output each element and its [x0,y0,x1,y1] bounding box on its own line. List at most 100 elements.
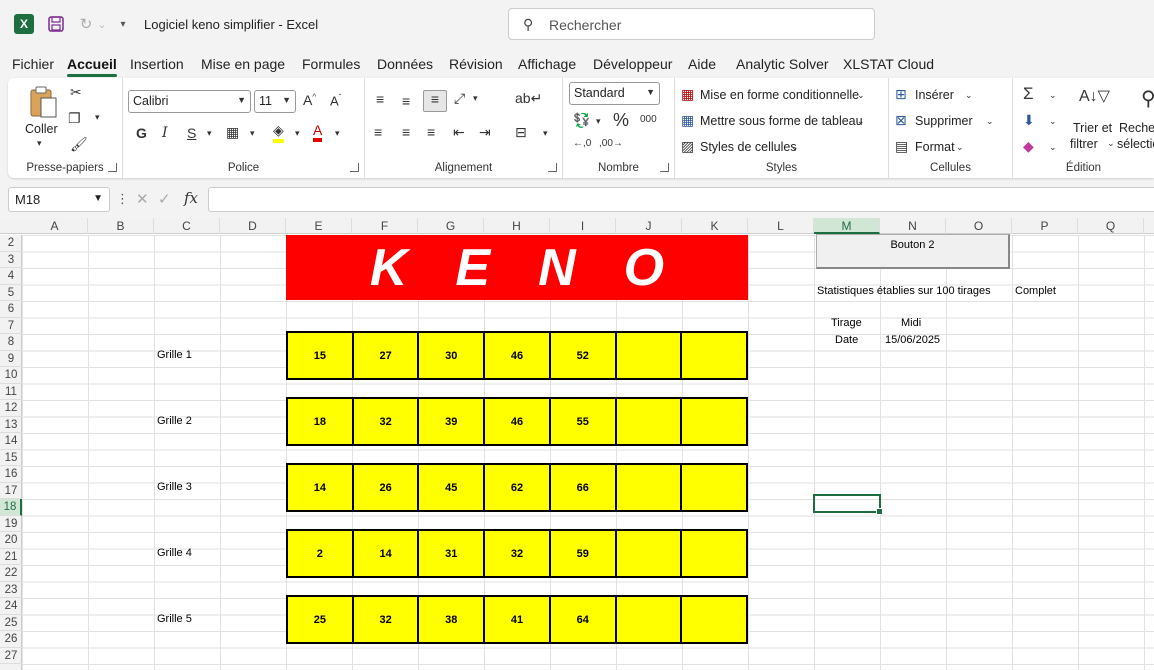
column-header[interactable]: D [220,218,286,234]
cancel-icon[interactable]: ✕ [136,190,149,208]
row-header[interactable]: 23 [0,582,22,598]
tab-aide[interactable]: Aide [688,56,716,72]
increase-font-icon[interactable]: A^ [303,92,316,108]
row-header[interactable]: 17 [0,483,22,499]
column-header[interactable]: A [22,218,88,234]
grille-number-cell[interactable]: 31 [419,531,486,576]
delete-cells-icon[interactable]: ⊠ [895,112,907,129]
column-header[interactable]: L [748,218,814,234]
chevron-down-icon[interactable]: ⌄ [1107,138,1115,149]
grille-number-cell[interactable]: 52 [551,333,617,378]
chevron-down-icon[interactable]: ⌄ [791,142,799,153]
dialog-launcher-icon[interactable] [108,163,117,172]
tab-analytic-solver[interactable]: Analytic Solver [736,56,829,72]
row-header[interactable]: 5 [0,285,22,301]
selected-cell-m18[interactable] [813,494,883,515]
align-middle-icon[interactable]: ≡ [402,93,410,109]
grille-number-cell[interactable]: 38 [419,597,486,642]
tab-insertion[interactable]: Insertion [130,56,184,72]
grille-number-cell[interactable] [617,531,683,576]
merge-center-icon[interactable]: ⊟ [515,124,527,141]
row-header[interactable]: 25 [0,615,22,631]
grille-number-cell[interactable]: 64 [551,597,617,642]
grille-number-cell[interactable]: 41 [485,597,551,642]
grille-number-cell[interactable]: 2 [288,531,354,576]
chevron-down-icon[interactable]: ⌄ [986,116,994,127]
merge-dropdown-icon[interactable]: ▾ [543,128,548,139]
font-size-select[interactable]: 11 ▼ [254,90,296,113]
orientation-icon[interactable]: ⤢ [454,90,465,107]
column-header[interactable]: I [550,218,616,234]
column-header[interactable]: Q [1078,218,1144,234]
row-header[interactable]: 22 [0,565,22,582]
paste-dropdown-icon[interactable]: ▾ [37,138,42,149]
tab-developpeur[interactable]: Développeur [593,56,672,72]
row-header[interactable]: 10 [0,367,22,384]
grille-number-cell[interactable]: 25 [288,597,354,642]
row-header[interactable]: 21 [0,549,22,565]
find-select-icon[interactable]: ⚲ [1141,86,1154,111]
tab-xlstat-cloud[interactable]: XLSTAT Cloud [843,56,934,72]
column-header[interactable]: N [880,218,946,234]
grille-number-cell[interactable]: 32 [485,531,551,576]
chevron-down-icon[interactable]: ⌄ [857,90,865,101]
conditional-formatting-button[interactable]: Mise en forme conditionnelle [700,88,859,102]
customize-toolbar-icon[interactable]: ▾ [116,14,130,34]
sort-filter-icon[interactable]: A↓▽ [1079,86,1110,106]
grille-number-cell[interactable] [682,333,746,378]
decrease-decimal-icon[interactable]: ,00→ [599,138,623,149]
cell-styles-button[interactable]: Styles de cellules [700,140,797,154]
grille-number-cell[interactable]: 46 [485,399,551,444]
row-header[interactable]: 4 [0,268,22,285]
row-header[interactable]: 2 [0,235,22,252]
grille-number-cell[interactable]: 46 [485,333,551,378]
chevron-down-icon[interactable]: ⌄ [965,90,973,101]
column-header[interactable]: C [154,218,220,234]
grille-number-cell[interactable]: 55 [551,399,617,444]
row-header[interactable]: 14 [0,433,22,450]
find-select-button[interactable]: Recher [1119,121,1154,135]
paste-button[interactable]: Coller [25,122,58,136]
find-select-button-line2[interactable]: sélectio [1117,137,1154,151]
column-header[interactable]: O [946,218,1012,234]
check-icon[interactable]: ✓ [158,190,171,208]
tab-fichier[interactable]: Fichier [12,56,54,72]
autosum-dropdown-icon[interactable]: ⌄ [1049,90,1057,101]
row-header[interactable]: 19 [0,516,22,532]
grille-number-cell[interactable]: 27 [354,333,420,378]
underline-dropdown-icon[interactable]: ▾ [207,128,212,139]
column-header[interactable]: G [418,218,484,234]
fill-dropdown-icon[interactable]: ⌄ [1049,116,1057,127]
grille-number-cell[interactable]: 30 [419,333,486,378]
bold-button[interactable]: G [136,125,147,141]
grille-number-cell[interactable] [617,399,683,444]
conditional-formatting-icon[interactable]: ▦ [681,86,694,103]
tab-accueil[interactable]: Accueil [67,56,117,77]
align-center-icon[interactable]: ≡ [402,124,410,140]
decrease-indent-icon[interactable]: ⇤ [453,124,465,141]
grille-number-cell[interactable]: 18 [288,399,354,444]
grille-number-cell[interactable]: 32 [354,399,420,444]
number-format-select[interactable]: Standard ▼ [569,82,660,105]
format-button[interactable]: Format [915,140,955,154]
grille-number-cell[interactable] [617,333,683,378]
copy-dropdown-icon[interactable]: ▾ [95,112,100,123]
increase-indent-icon[interactable]: ⇥ [479,124,491,141]
grille-number-cell[interactable]: 59 [551,531,617,576]
grille-number-cell[interactable]: 45 [419,465,486,510]
insert-button[interactable]: Insérer [915,88,954,102]
increase-decimal-icon[interactable]: ←,0 [573,138,591,149]
column-header[interactable]: E [286,218,352,234]
grille-number-cell[interactable] [682,531,746,576]
search-input[interactable]: ⚲ Rechercher [508,8,875,40]
row-header[interactable]: 20 [0,532,22,549]
grille-number-cell[interactable]: 39 [419,399,486,444]
fill-color-icon[interactable]: ◈ [273,122,284,143]
row-header[interactable]: 3 [0,252,22,268]
column-header[interactable]: B [88,218,154,234]
tab-revision[interactable]: Révision [449,56,503,72]
italic-button[interactable]: I [162,125,168,141]
format-cells-icon[interactable]: ▤ [895,138,908,155]
column-header[interactable]: J [616,218,682,234]
copy-icon[interactable]: ❐ [68,110,81,127]
